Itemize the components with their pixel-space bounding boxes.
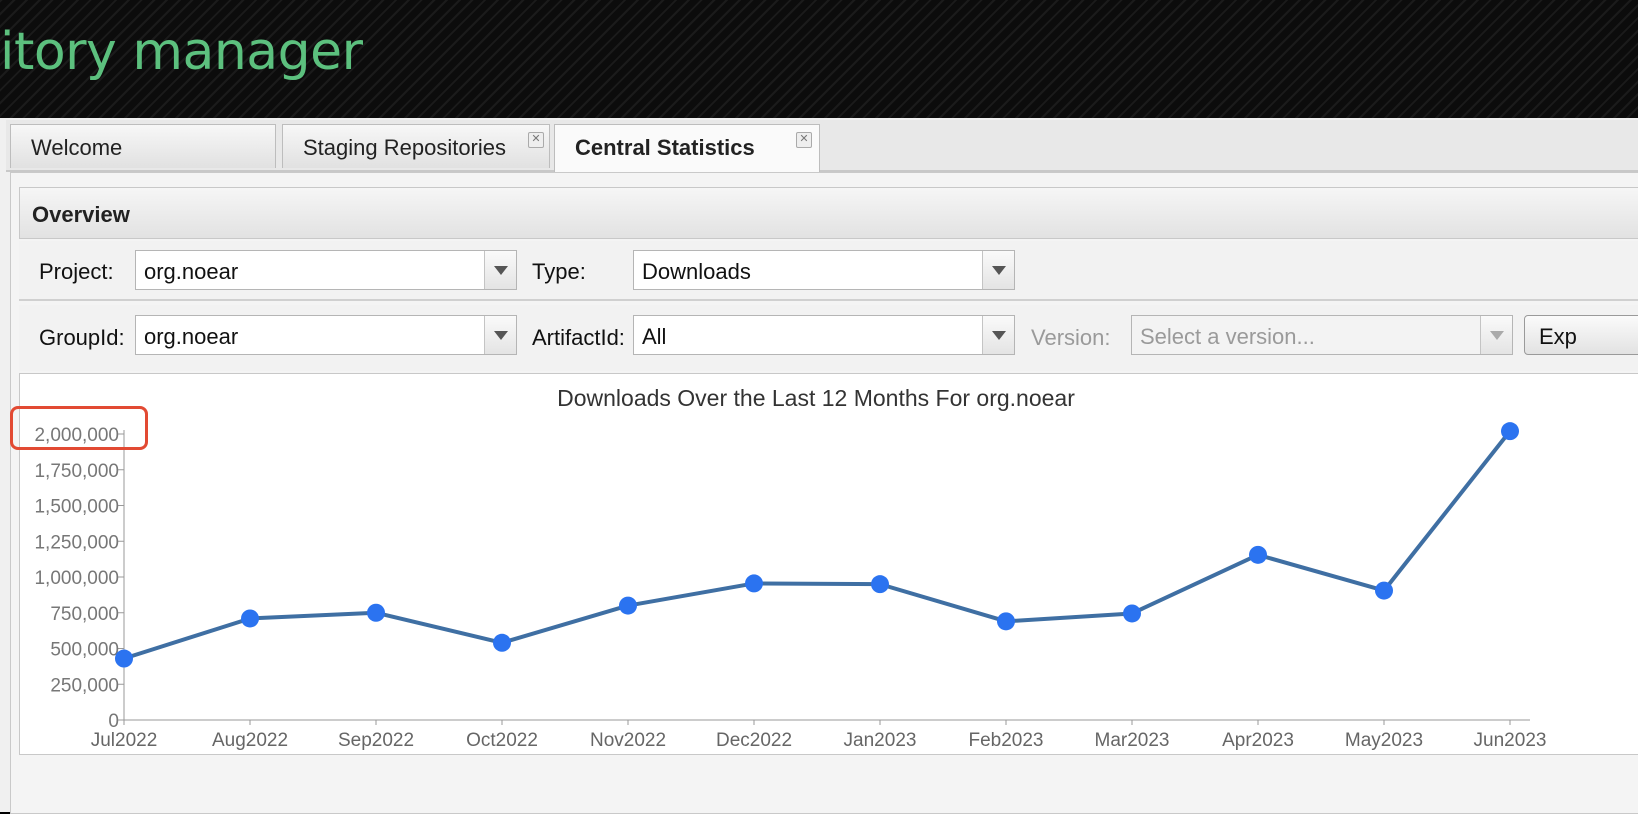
- x-tick-label: Nov2022: [590, 730, 666, 751]
- data-point: [1375, 581, 1393, 600]
- annotation-highlight: [10, 406, 148, 450]
- x-tick-label: Dec2022: [716, 730, 792, 751]
- app-title: itory manager: [0, 22, 363, 82]
- y-tick-label: 250,000: [50, 675, 119, 696]
- artifactid-select[interactable]: All: [633, 315, 1015, 355]
- version-placeholder: Select a version...: [1140, 324, 1315, 349]
- data-point: [619, 596, 637, 615]
- tab-label: Staging Repositories: [303, 135, 507, 160]
- export-button[interactable]: Exp: [1524, 315, 1638, 355]
- tab-bar: Welcome Staging Repositories ✕ Central S…: [6, 120, 1638, 172]
- y-tick-label: 1,000,000: [34, 568, 119, 589]
- x-tick-label: Aug2022: [212, 730, 288, 751]
- y-tick-label: 0: [108, 711, 119, 732]
- x-tick-label: Oct2022: [466, 730, 538, 751]
- x-tick-label: Apr2023: [1222, 730, 1294, 751]
- tab-welcome[interactable]: Welcome: [10, 124, 276, 168]
- data-point: [1249, 545, 1267, 564]
- data-point: [493, 633, 511, 652]
- data-point: [115, 649, 133, 668]
- groupid-label: GroupId:: [39, 325, 125, 350]
- chevron-down-icon[interactable]: [982, 251, 1014, 289]
- app-header: itory manager: [0, 0, 1638, 118]
- data-point: [367, 603, 385, 622]
- y-tick-label: 1,750,000: [34, 461, 119, 482]
- close-icon[interactable]: ✕: [528, 132, 544, 148]
- chevron-down-icon[interactable]: [484, 316, 516, 354]
- version-select[interactable]: Select a version...: [1131, 315, 1513, 355]
- version-label: Version:: [1031, 325, 1111, 350]
- y-tick-label: 500,000: [50, 640, 119, 661]
- type-label: Type:: [532, 259, 586, 284]
- chart-title: Downloads Over the Last 12 Months For or…: [557, 385, 1075, 411]
- y-tick-label: 1,250,000: [34, 532, 119, 553]
- project-label: Project:: [39, 259, 114, 284]
- data-point: [1501, 422, 1519, 441]
- groupid-select[interactable]: org.noear: [135, 315, 517, 355]
- x-tick-label: Feb2023: [968, 730, 1043, 751]
- data-point: [997, 612, 1015, 631]
- downloads-chart: Downloads Over the Last 12 Months For or…: [34, 385, 1547, 751]
- x-tick-label: Jul2022: [91, 730, 158, 751]
- data-point: [1123, 604, 1141, 623]
- chevron-down-icon[interactable]: [982, 316, 1014, 354]
- type-select[interactable]: Downloads: [633, 250, 1015, 290]
- filter-row-project: Project: org.noear Type: Downloads: [19, 241, 1638, 301]
- project-select[interactable]: org.noear: [135, 250, 517, 290]
- tab-staging-repositories[interactable]: Staging Repositories ✕: [282, 124, 550, 168]
- y-tick-label: 1,500,000: [34, 497, 119, 518]
- x-tick-label: Mar2023: [1095, 730, 1170, 751]
- data-point: [745, 574, 763, 593]
- central-statistics-panel: Overview Project: org.noear Type: Downlo…: [10, 172, 1638, 814]
- chevron-down-icon[interactable]: [484, 251, 516, 289]
- overview-header: Overview: [19, 187, 1638, 239]
- artifactid-label: ArtifactId:: [532, 325, 625, 350]
- data-point: [871, 575, 889, 594]
- x-tick-label: Jan2023: [844, 730, 917, 751]
- filter-row-artifact: GroupId: org.noear ArtifactId: All Versi…: [19, 305, 1638, 371]
- chart-container: Downloads Over the Last 12 Months For or…: [19, 373, 1638, 755]
- artifactid-value: All: [642, 324, 667, 349]
- x-tick-label: May2023: [1345, 730, 1423, 751]
- groupid-value: org.noear: [144, 324, 239, 349]
- project-value: org.noear: [144, 259, 239, 284]
- x-tick-label: Jun2023: [1474, 730, 1547, 751]
- tab-label: Central Statistics: [575, 135, 755, 160]
- y-tick-label: 750,000: [50, 604, 119, 625]
- type-value: Downloads: [642, 259, 751, 284]
- tab-central-statistics[interactable]: Central Statistics ✕: [554, 124, 820, 172]
- series-line: [123, 429, 1512, 661]
- chevron-down-icon[interactable]: [1480, 316, 1512, 354]
- x-tick-label: Sep2022: [338, 730, 414, 751]
- main-area: Welcome Staging Repositories ✕ Central S…: [0, 118, 1638, 814]
- data-point: [241, 609, 259, 628]
- close-icon[interactable]: ✕: [796, 132, 812, 148]
- tab-label: Welcome: [31, 135, 123, 160]
